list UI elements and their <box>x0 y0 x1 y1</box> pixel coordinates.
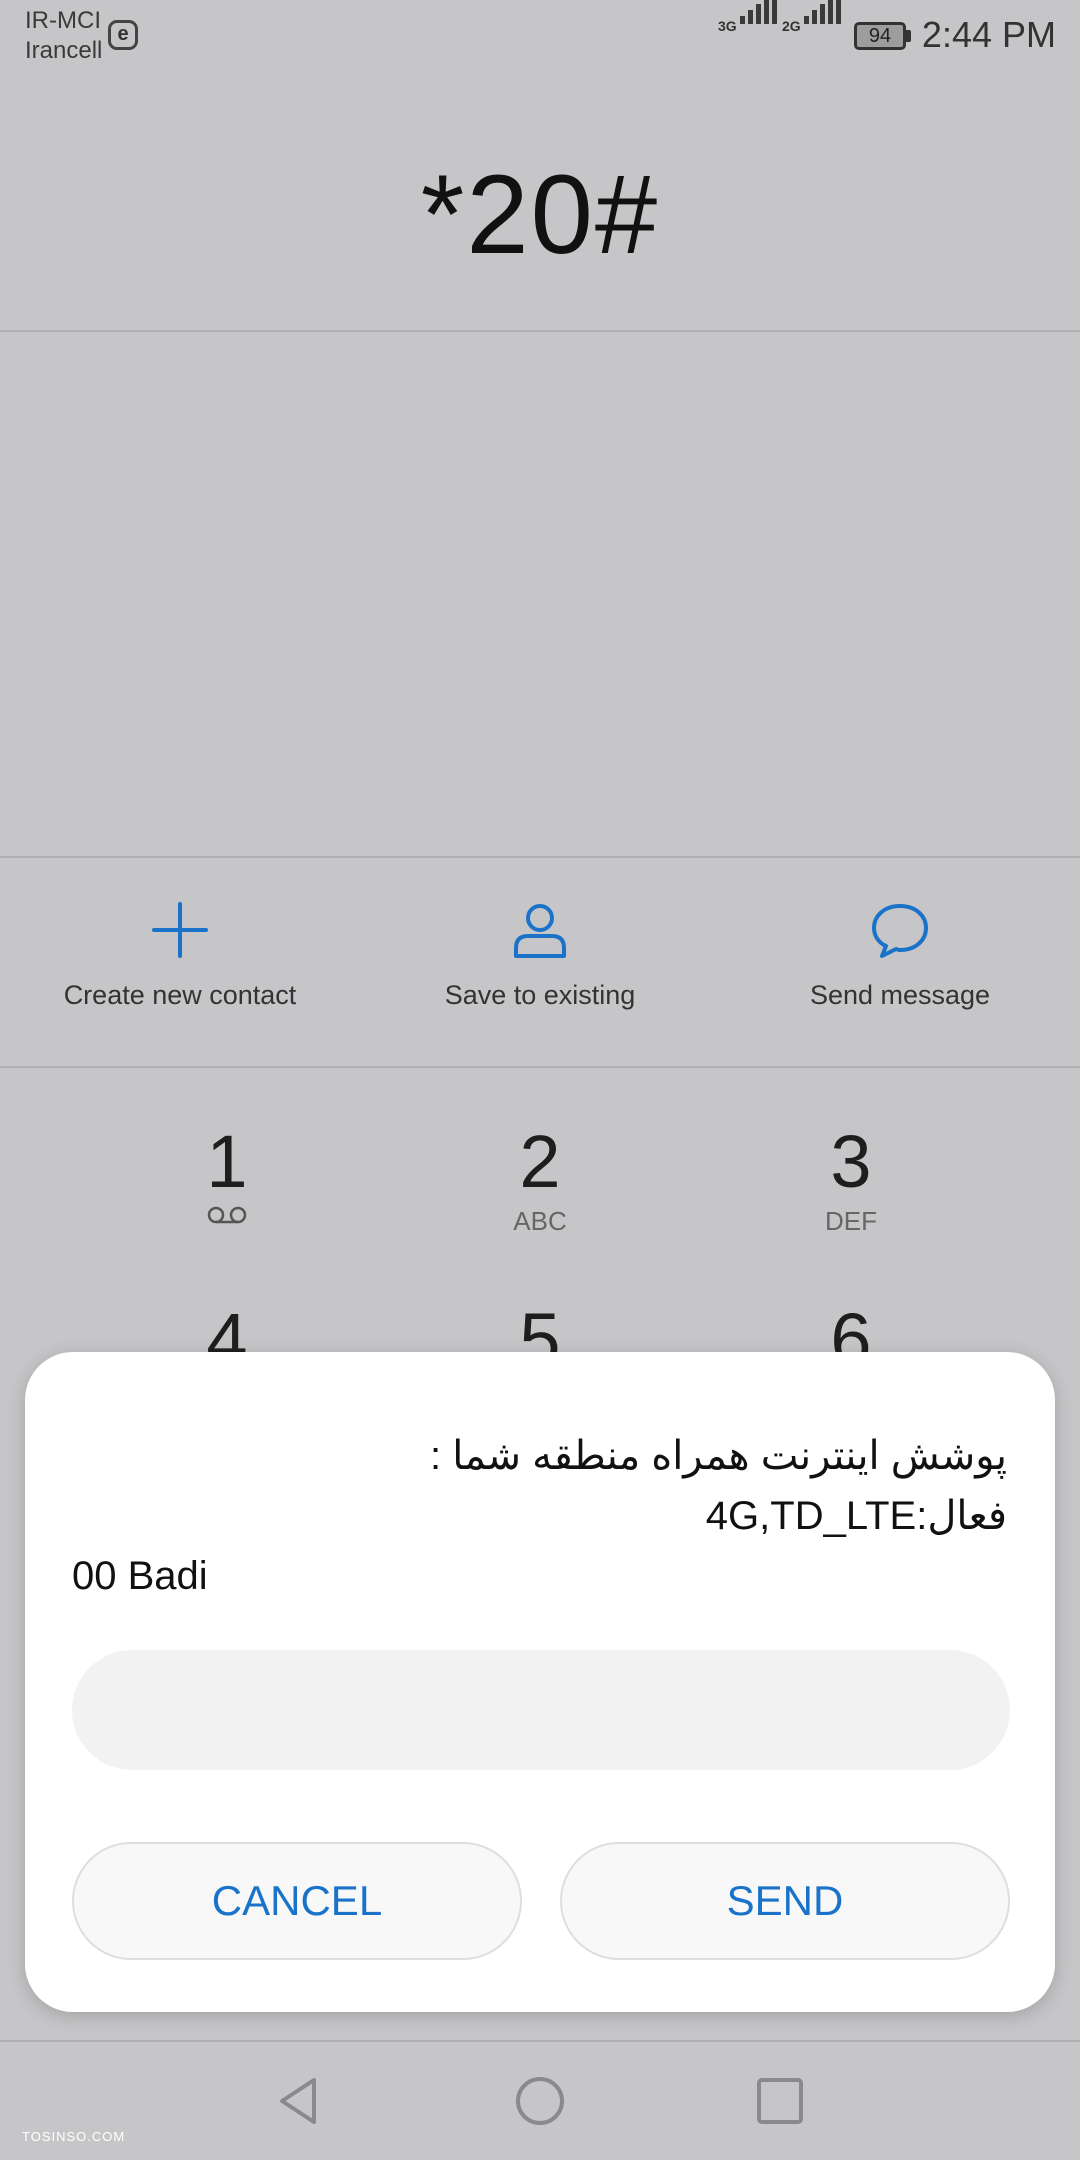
key-2[interactable]: 2 ABC <box>440 1120 640 1238</box>
key-3-digit: 3 <box>830 1120 872 1203</box>
carrier-2: Irancell <box>25 37 103 64</box>
chat-bubble-icon <box>872 904 928 958</box>
home-icon[interactable] <box>513 2074 567 2128</box>
signal-sim-1: 3G <box>718 0 778 54</box>
battery-tip <box>906 30 911 42</box>
send-message-button[interactable]: Send message <box>720 858 1080 1068</box>
recents-icon[interactable] <box>753 2074 807 2128</box>
ussd-message-line-2: فعال:4G,TD_LTE <box>705 1494 1007 1538</box>
key-1[interactable]: 1 <box>127 1120 327 1231</box>
create-new-contact-button[interactable]: Create new contact <box>0 858 360 1068</box>
carrier-labels: IR-MCI Irancell <box>25 6 102 66</box>
key-2-digit: 2 <box>519 1120 561 1203</box>
clock: 2:44 PM <box>921 14 1056 55</box>
status-bar: IR-MCI Irancell e 3G 2G 94 2:44 PM <box>0 0 1080 72</box>
action-row: Create new contact Save to existing Send… <box>0 858 1080 1068</box>
signal-sim-2: 2G <box>782 0 842 54</box>
navigation-bar: TOSINSO.COM <box>0 2042 1080 2160</box>
ussd-dialog: پوشش اینترنت همراه منطقه شما : فعال:4G,T… <box>25 1352 1055 2012</box>
ussd-message: پوشش اینترنت همراه منطقه شما : فعال:4G,T… <box>72 1426 1007 1606</box>
person-icon <box>514 904 566 958</box>
network-type-1: 3G <box>718 18 737 34</box>
save-to-existing-label: Save to existing <box>444 980 636 1010</box>
key-3[interactable]: 3 DEF <box>751 1120 951 1238</box>
plus-icon <box>152 902 208 958</box>
battery-icon: 94 <box>854 22 906 50</box>
ussd-message-line-1: پوشش اینترنت همراه منطقه شما : <box>429 1434 1007 1478</box>
watermark: TOSINSO.COM <box>22 2129 126 2144</box>
send-button[interactable]: SEND <box>560 1842 1010 1960</box>
edge-data-icon: e <box>108 20 138 50</box>
ussd-message-line-3: 00 Badi <box>72 1554 208 1598</box>
back-icon[interactable] <box>272 2074 326 2128</box>
create-new-contact-label: Create new contact <box>63 980 297 1010</box>
save-to-existing-button[interactable]: Save to existing <box>360 858 720 1068</box>
divider-top <box>0 330 1080 332</box>
key-3-letters: DEF <box>825 1206 877 1236</box>
dialed-number[interactable]: *20# <box>0 150 1080 279</box>
cancel-button[interactable]: CANCEL <box>72 1842 522 1960</box>
carrier-1: IR-MCI <box>25 7 101 34</box>
key-1-digit: 1 <box>206 1120 248 1203</box>
ussd-reply-input[interactable] <box>72 1650 1010 1770</box>
network-type-2: 2G <box>782 18 801 34</box>
send-message-label: Send message <box>809 980 991 1010</box>
key-2-letters: ABC <box>513 1206 567 1236</box>
voicemail-icon <box>207 1206 247 1224</box>
divider-actions-bottom <box>0 1066 1080 1068</box>
